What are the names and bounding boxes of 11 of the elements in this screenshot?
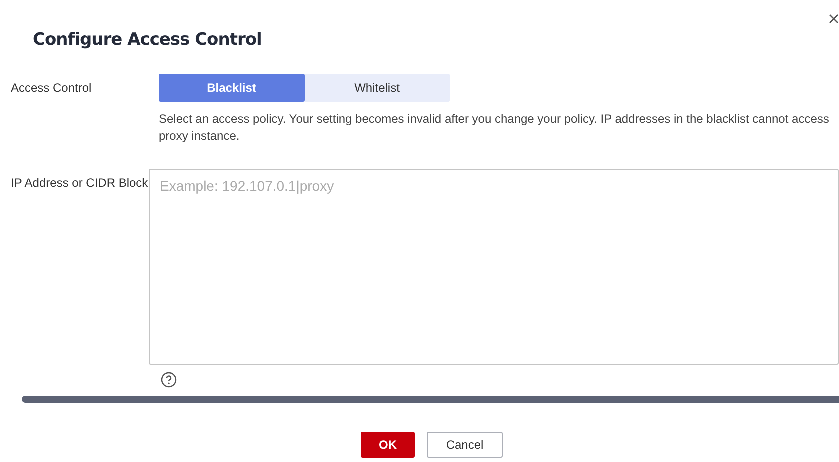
- field-label: IP Address or CIDR Block: [11, 175, 149, 192]
- close-icon[interactable]: [829, 14, 839, 24]
- help-text: Select an access policy. Your setting becomes invalid after you change your policy. IP addresses in the blacklist cannot access proxy instance.: [159, 111, 830, 145]
- ok-button[interactable]: OK: [361, 432, 415, 458]
- segment-tab[interactable]: Blacklist: [159, 74, 304, 102]
- ip-address-field[interactable]: Example: 192.107.0.1|proxy: [149, 169, 839, 365]
- field-label: Access Control: [11, 80, 93, 97]
- cancel-button[interactable]: Cancel: [427, 432, 503, 458]
- dialog-title: Configure Access Control: [33, 30, 262, 50]
- help-icon[interactable]: [161, 372, 177, 388]
- scrollbar[interactable]: [22, 396, 839, 403]
